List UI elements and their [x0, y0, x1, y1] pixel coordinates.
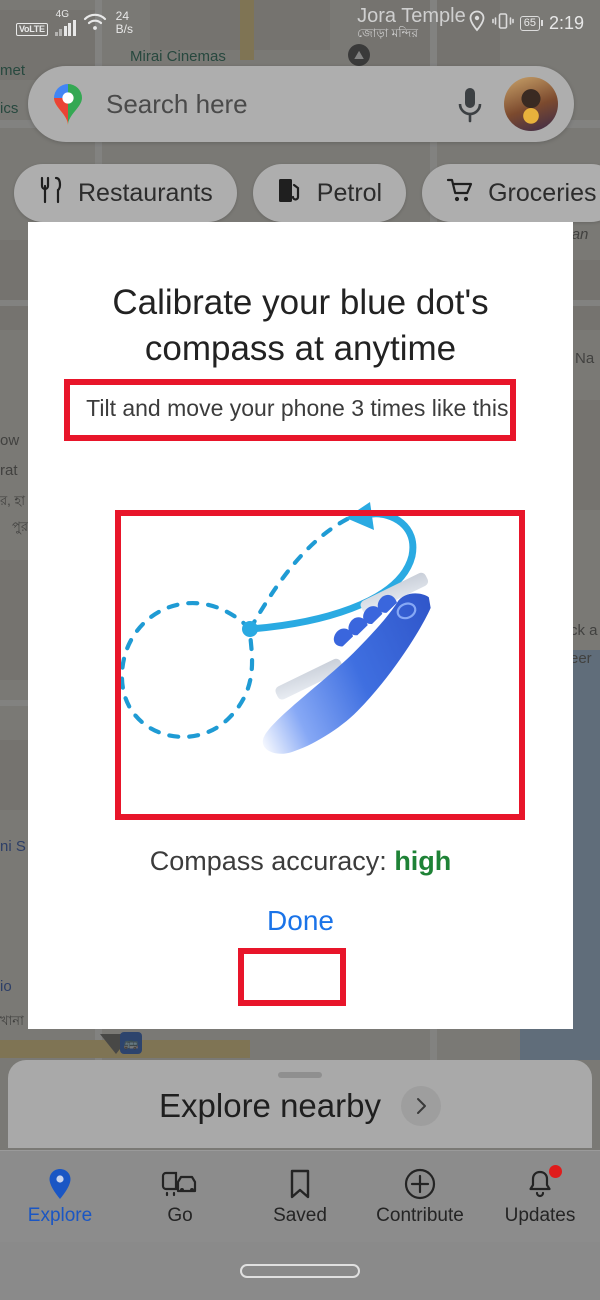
ticker-title: Jora Temple — [357, 5, 466, 28]
commute-icon — [161, 1167, 199, 1201]
status-bar-left: VoLTE 4G 24 B/s — [16, 9, 133, 36]
network-speed-unit: B/s — [115, 22, 134, 36]
home-gesture-pill[interactable] — [240, 1264, 360, 1278]
bottom-navigation-bar: Explore Go Saved Contribute Updates — [0, 1150, 600, 1242]
volte-icon: VoLTE — [16, 22, 48, 36]
nav-item-updates[interactable]: Updates — [480, 1151, 600, 1242]
search-input[interactable] — [88, 88, 450, 120]
location-pin-icon — [468, 10, 486, 37]
compass-calibration-dialog: Calibrate your blue dot's compass at any… — [28, 222, 573, 1029]
chevron-right-icon[interactable] — [400, 1086, 441, 1126]
chip-groceries[interactable]: Groceries — [422, 164, 600, 222]
status-bar-right: 65 2:19 — [468, 10, 584, 37]
status-bar-ticker: Jora Temple জোড়া মন্দির — [133, 6, 468, 40]
network-speed-indicator: 24 B/s — [116, 10, 133, 35]
nav-label: Saved — [273, 1204, 327, 1226]
dialog-subtitle: Tilt and move your phone 3 times like th… — [86, 395, 515, 421]
vibrate-icon — [491, 11, 514, 36]
nav-label: Explore — [27, 1204, 93, 1226]
google-maps-pin-icon — [48, 82, 88, 126]
shopping-cart-icon — [446, 176, 474, 211]
map-pin-icon — [47, 1167, 73, 1201]
chip-restaurants[interactable]: Restaurants — [14, 164, 237, 222]
nav-item-contribute[interactable]: Contribute — [360, 1151, 480, 1242]
chip-label: Restaurants — [78, 178, 213, 207]
plus-circle-icon — [404, 1167, 436, 1201]
battery-nub — [540, 20, 543, 26]
ticker-subtitle: জোড়া মন্দির — [357, 26, 418, 41]
status-bar: VoLTE 4G 24 B/s Jora Temple জোড়া মন্দির — [0, 0, 600, 46]
dialog-action-row: Done — [28, 899, 573, 943]
explore-nearby-label: Explore nearby — [159, 1087, 381, 1124]
compass-accuracy-label: Compass accuracy: — [149, 846, 387, 877]
chip-petrol[interactable]: Petrol — [252, 164, 407, 222]
category-chip-row: Restaurants Petrol Groceries — [14, 164, 600, 222]
nav-item-go[interactable]: Go — [120, 1151, 240, 1242]
wifi-icon — [83, 13, 107, 36]
nav-item-explore[interactable]: Explore — [0, 1151, 120, 1242]
nav-label: Updates — [504, 1204, 576, 1226]
signal-bars-glyph — [54, 19, 76, 36]
compass-accuracy-row: Compass accuracy: high — [28, 846, 573, 877]
nav-label: Contribute — [376, 1204, 464, 1226]
fork-knife-icon — [38, 176, 64, 211]
explore-nearby-row[interactable]: Explore nearby — [8, 1086, 592, 1126]
bookmark-icon — [288, 1167, 312, 1201]
battery-icon: 65 — [519, 15, 543, 31]
search-bar[interactable] — [28, 66, 574, 142]
dialog-title: Calibrate your blue dot's compass at any… — [112, 283, 489, 368]
fuel-pump-icon — [277, 176, 303, 211]
ticker-text: Jora Temple জোড়া মন্দির — [357, 6, 466, 40]
updates-badge — [548, 1165, 562, 1178]
network-type-label: 4G — [55, 8, 70, 20]
nav-item-saved[interactable]: Saved — [240, 1151, 360, 1242]
compass-accuracy-value: high — [394, 846, 452, 877]
status-bar-clock: 2:19 — [548, 12, 584, 33]
system-gesture-area — [0, 1242, 600, 1300]
explore-nearby-sheet[interactable]: Explore nearby — [8, 1060, 592, 1148]
done-button[interactable]: Done — [253, 899, 348, 943]
sheet-drag-handle[interactable] — [278, 1072, 322, 1078]
battery-level-label: 65 — [519, 15, 540, 31]
chip-label: Petrol — [316, 178, 383, 207]
chip-label: Groceries — [488, 178, 597, 207]
figure-eight-calibration-animation — [100, 474, 502, 776]
nav-label: Go — [167, 1204, 193, 1226]
avatar[interactable] — [504, 77, 558, 131]
microphone-icon[interactable] — [450, 82, 490, 126]
signal-bars-icon: 4G — [54, 9, 76, 36]
